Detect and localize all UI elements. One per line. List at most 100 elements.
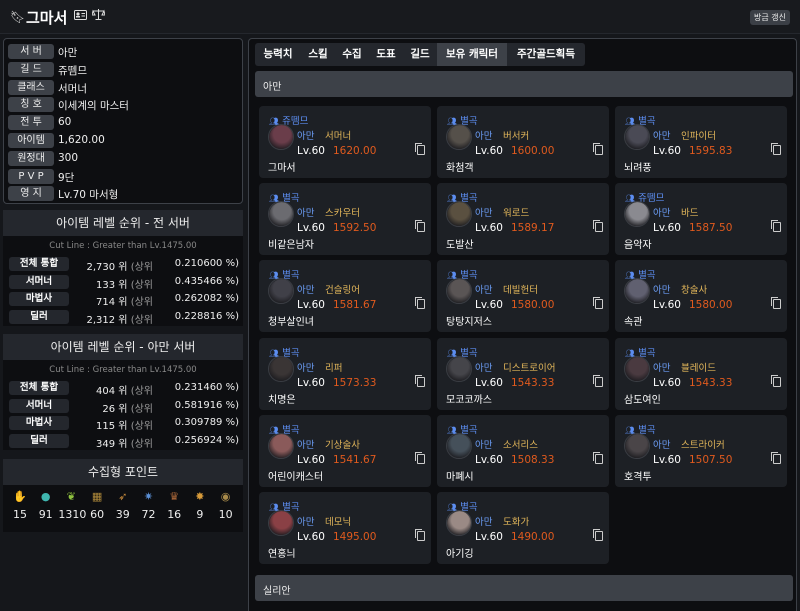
copy-icon[interactable]	[415, 297, 425, 310]
character-card[interactable]: 👥︎ 별곡 아만 리퍼 Lv.60 1573.33 치명은	[259, 337, 431, 410]
collection-item[interactable]: ✸ 9	[187, 489, 213, 521]
copy-icon[interactable]	[771, 374, 781, 387]
profile-label: 클래스	[8, 79, 54, 95]
collection-item[interactable]: ➶ 39	[110, 489, 136, 521]
character-class: 버서커	[503, 131, 530, 142]
character-card[interactable]: 👥︎ 별곡 아만 데모닉 Lv.60 1495.00 연홍늬	[259, 492, 431, 564]
character-card[interactable]: 👥︎ 별곡 아만 스트라이커 Lv.60 1507.50 호격투	[615, 414, 787, 487]
character-card[interactable]: 👥︎ 별곡 아만 블레이드 Lv.60 1543.33 삼도여인	[615, 337, 787, 410]
character-level: Lv.60	[475, 453, 503, 466]
rank-value: 714 위	[96, 297, 128, 308]
bookmark-icon[interactable]: 🔖︎	[10, 10, 25, 24]
copy-icon[interactable]	[415, 451, 425, 464]
character-card[interactable]: 👥︎ 별곡 아만 워로드 Lv.60 1589.17 도발산	[437, 183, 609, 256]
character-server: 아만	[475, 439, 493, 451]
id-card-icon[interactable]	[74, 9, 87, 24]
collection-item[interactable]: ▦ 60	[84, 489, 110, 521]
item-level: 1507.50	[689, 453, 733, 466]
copy-icon[interactable]	[593, 143, 603, 155]
character-name: 호격투	[624, 471, 652, 483]
upper-label: (상위	[130, 297, 153, 308]
copy-icon[interactable]	[415, 529, 425, 541]
collection-item[interactable]: ✷ 72	[136, 489, 162, 521]
character-card[interactable]: 👥︎ 별곡 아만 창술사 Lv.60 1580.00 속관	[615, 260, 787, 333]
profile-row: 원정대 300	[8, 150, 238, 167]
copy-icon[interactable]	[771, 297, 781, 310]
character-class: 데모닉	[325, 517, 352, 528]
copy-icon[interactable]	[593, 529, 603, 541]
copy-icon[interactable]	[415, 374, 425, 387]
collection-item[interactable]: ❦ 1310	[58, 489, 86, 521]
character-card[interactable]: 👥︎ 별곡 아만 디스트로이어 Lv.60 1543.33 모코코까스	[437, 337, 609, 410]
character-card[interactable]: 👥︎ 별곡 아만 스카우터 Lv.60 1592.50 비같은남자	[259, 183, 431, 256]
tab-1[interactable]: 능력치	[255, 43, 301, 66]
character-card[interactable]: 👥︎ 별곡 아만 버서커 Lv.60 1600.00 화첨객	[437, 106, 609, 178]
copy-icon[interactable]	[771, 143, 781, 155]
avatar	[446, 278, 472, 305]
collection-item[interactable]: ♛ 16	[161, 489, 187, 521]
character-server: 아만	[297, 131, 315, 142]
character-server: 아만	[653, 208, 671, 220]
character-name: 청부살인녀	[268, 317, 314, 329]
rank-percent: 0.231460 %)	[174, 382, 239, 393]
profile-value: 1,620.00	[58, 134, 105, 146]
ranking-position: 349 위 (상위	[96, 435, 153, 450]
character-server: 아만	[297, 517, 315, 528]
collection-title: 수집형 포인트	[3, 459, 243, 485]
character-card[interactable]: 👥︎ 쥬뗌므 아만 서머너 Lv.60 1620.00 그마서	[259, 106, 431, 178]
tab-6[interactable]: 보유 캐릭터	[437, 43, 507, 66]
character-card[interactable]: 👥︎ 별곡 아만 도화가 Lv.60 1490.00 아기깅	[437, 492, 609, 564]
character-card[interactable]: 👥︎ 별곡 아만 건슬링어 Lv.60 1581.67 청부살인녀	[259, 260, 431, 333]
island-heart-icon: ●	[40, 490, 51, 503]
tab-4[interactable]: 도표	[369, 43, 403, 66]
character-level: Lv.60	[297, 531, 325, 543]
rank-percent: 0.581916 %)	[174, 399, 239, 411]
character-card[interactable]: 👥︎ 쥬뗌므 아만 바드 Lv.60 1587.50 음악자	[615, 183, 787, 256]
character-class: 건슬링어	[325, 285, 360, 297]
profile-row: P V P 9단	[8, 168, 238, 185]
rank-value: 349 위	[96, 438, 128, 450]
tab-7[interactable]: 주간골드획득	[507, 43, 585, 66]
top-bar: 🔖︎ 그마서 방금 갱신	[0, 0, 800, 34]
ranking-label: 마법사	[9, 292, 69, 306]
profile-value: 60	[58, 116, 72, 129]
rank-value: 133 위	[96, 279, 128, 291]
character-card[interactable]: 👥︎ 별곡 아만 기상술사 Lv.60 1541.67 어린이캐스터	[259, 414, 431, 487]
character-card[interactable]: 👥︎ 별곡 아만 소서리스 Lv.60 1508.33 마폐시	[437, 414, 609, 487]
avatar	[268, 432, 294, 459]
avatar	[446, 432, 472, 459]
scale-icon[interactable]	[91, 9, 106, 24]
character-class: 워로드	[503, 208, 530, 220]
copy-icon[interactable]	[415, 220, 425, 233]
collection-item[interactable]: ✋ 15	[7, 489, 33, 521]
rank-percent: 0.309789 %)	[174, 417, 239, 428]
copy-icon[interactable]	[415, 143, 425, 155]
character-card[interactable]: 👥︎ 별곡 아만 인파이터 Lv.60 1595.83 뇌려풍	[615, 106, 787, 178]
character-name: 연홍늬	[268, 549, 296, 560]
copy-icon[interactable]	[771, 220, 781, 233]
collection-item[interactable]: ◉ 10	[213, 489, 239, 521]
item-level: 1490.00	[511, 531, 555, 543]
character-level: Lv.60	[475, 376, 503, 389]
character-name: 모코코까스	[446, 394, 492, 406]
character-server: 아만	[475, 517, 493, 528]
copy-icon[interactable]	[593, 297, 603, 310]
item-level: 1573.33	[333, 376, 377, 389]
character-level: Lv.60	[653, 376, 681, 389]
tab-5[interactable]: 길드	[403, 43, 437, 66]
upper-label: (상위	[130, 438, 153, 450]
copy-icon[interactable]	[593, 451, 603, 464]
collection-value: 91	[38, 508, 53, 521]
profile-value: 서머너	[58, 82, 87, 95]
copy-icon[interactable]	[593, 374, 603, 387]
copy-icon[interactable]	[593, 220, 603, 233]
character-server: 아만	[475, 208, 493, 220]
character-card[interactable]: 👥︎ 별곡 아만 데빌헌터 Lv.60 1580.00 탕탕지저스	[437, 260, 609, 333]
copy-icon[interactable]	[771, 451, 781, 464]
tab-2[interactable]: 스킬	[301, 43, 335, 66]
collection-item[interactable]: ● 91	[33, 489, 59, 521]
item-level: 1495.00	[333, 531, 377, 543]
tab-3[interactable]: 수집	[335, 43, 369, 66]
character-server: 아만	[653, 439, 671, 451]
refresh-button[interactable]: 방금 갱신	[750, 10, 790, 25]
